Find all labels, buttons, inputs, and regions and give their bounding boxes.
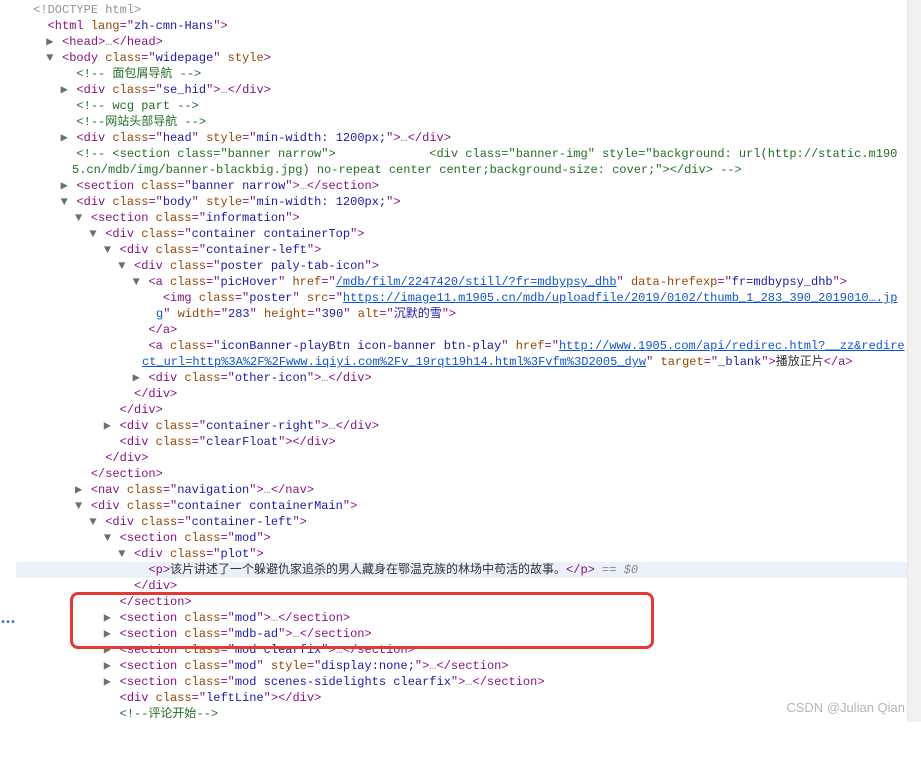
collapse-icon[interactable]: ▼ <box>117 546 127 562</box>
source-line[interactable]: ▶ <section class="mod" style="display:no… <box>16 658 921 674</box>
collapse-icon[interactable]: ▼ <box>45 50 55 66</box>
source-line[interactable]: ▼ <section class="information"> <box>16 210 921 226</box>
source-line[interactable]: <div class="clearFloat"></div> <box>16 434 921 450</box>
source-line[interactable]: <!-- <section class="banner narrow"> <di… <box>16 146 906 178</box>
source-line[interactable]: ▼ <div class="poster paly-tab-icon"> <box>16 258 921 274</box>
source-line[interactable]: <!-- wcg part --> <box>16 98 921 114</box>
scrollbar-vertical[interactable] <box>907 0 921 722</box>
toggle-spacer <box>117 578 127 594</box>
watermark: CSDN @Julian Qian <box>786 700 905 716</box>
source-line[interactable]: ▶ <head>…</head> <box>16 34 921 50</box>
toggle-spacer <box>30 18 40 34</box>
source-line[interactable]: ▶ <section class="mdb-ad">…</section> <box>16 626 921 642</box>
expand-icon[interactable]: ▶ <box>102 658 112 674</box>
source-line[interactable]: ▼ <div class="container-left"> <box>16 514 921 530</box>
collapse-icon[interactable]: ▼ <box>74 498 84 514</box>
toggle-spacer <box>131 338 141 354</box>
collapse-icon[interactable]: ▼ <box>74 210 84 226</box>
expand-icon[interactable]: ▶ <box>102 418 112 434</box>
source-line[interactable]: <!-- 面包屑导航 --> <box>16 66 921 82</box>
toggle-spacer <box>59 146 69 162</box>
source-line[interactable]: <!DOCTYPE html> <box>16 2 921 18</box>
expand-icon[interactable]: ▶ <box>102 626 112 642</box>
source-line[interactable]: ▶ <div class="se_hid">…</div> <box>16 82 921 98</box>
expand-icon[interactable]: ▶ <box>102 642 112 658</box>
expand-icon[interactable]: ▶ <box>102 674 112 690</box>
toggle-spacer <box>146 290 156 306</box>
collapse-icon[interactable]: ▼ <box>88 514 98 530</box>
source-line[interactable]: <img class="poster" src="https://image11… <box>16 290 906 322</box>
source-line[interactable]: ▼ <div class="plot"> <box>16 546 921 562</box>
source-line[interactable]: <div class="leftLine"></div> <box>16 690 921 706</box>
source-line[interactable]: ▶ <nav class="navigation">…</nav> <box>16 482 921 498</box>
source-line[interactable]: ▶ <div class="head" style="min-width: 12… <box>16 130 921 146</box>
expand-icon[interactable]: ▶ <box>131 370 141 386</box>
gutter-marker: ••• <box>0 616 15 632</box>
toggle-spacer <box>117 386 127 402</box>
source-line[interactable]: ▶ <div class="container-right">…</div> <box>16 418 921 434</box>
expand-icon[interactable]: ▶ <box>102 610 112 626</box>
collapse-icon[interactable]: ▼ <box>102 242 112 258</box>
source-line[interactable]: ▼ <body class="widepage" style> <box>16 50 921 66</box>
expand-icon[interactable]: ▶ <box>59 178 69 194</box>
href-link[interactable]: /mdb/film/2247420/still/?fr=mdbypsy_dhb <box>336 275 617 289</box>
source-line[interactable]: </div> <box>16 386 921 402</box>
toggle-spacer <box>102 402 112 418</box>
collapse-icon[interactable]: ▼ <box>117 258 127 274</box>
source-line[interactable]: </div> <box>16 402 921 418</box>
source-line[interactable]: <!--评论开始--> <box>16 706 921 722</box>
toggle-spacer <box>88 450 98 466</box>
collapse-icon[interactable]: ▼ <box>102 530 112 546</box>
toggle-spacer <box>59 66 69 82</box>
source-line[interactable]: ▶ <section class="mod clearfix">…</secti… <box>16 642 921 658</box>
source-line[interactable]: </a> <box>16 322 921 338</box>
toggle-spacer <box>102 706 112 722</box>
source-line[interactable]: <p>该片讲述了一个躲避仇家追杀的男人藏身在鄂温克族的林场中苟活的故事。</p>… <box>16 562 921 578</box>
source-line[interactable]: ▶ <div class="other-icon">…</div> <box>16 370 921 386</box>
toggle-spacer <box>102 594 112 610</box>
source-line[interactable]: </section> <box>16 466 921 482</box>
collapse-icon[interactable]: ▼ <box>131 274 141 290</box>
source-line[interactable]: ▶ <section class="mod scenes-sidelights … <box>16 674 921 690</box>
source-line[interactable]: </section> <box>16 594 921 610</box>
expand-icon[interactable]: ▶ <box>59 82 69 98</box>
toggle-spacer <box>102 690 112 706</box>
source-line[interactable]: <a class="iconBanner-playBtn icon-banner… <box>16 338 906 370</box>
expand-icon[interactable]: ▶ <box>45 34 55 50</box>
selection-marker: == $0 <box>595 563 638 577</box>
elements-panel[interactable]: <!DOCTYPE html> <html lang="zh-cmn-Hans"… <box>0 0 921 722</box>
collapse-icon[interactable]: ▼ <box>59 194 69 210</box>
source-line[interactable]: ▼ <div class="container-left"> <box>16 242 921 258</box>
source-line[interactable]: <!--网站头部导航 --> <box>16 114 921 130</box>
source-line[interactable]: ▼ <div class="container containerTop"> <box>16 226 921 242</box>
toggle-spacer <box>74 466 84 482</box>
source-line[interactable]: ▼ <div class="container containerMain"> <box>16 498 921 514</box>
source-line[interactable]: </div> <box>16 450 921 466</box>
toggle-spacer <box>102 434 112 450</box>
source-line[interactable]: ▼ <a class="picHover" href="/mdb/film/22… <box>16 274 921 290</box>
expand-icon[interactable]: ▶ <box>74 482 84 498</box>
toggle-spacer <box>131 562 141 578</box>
collapse-icon[interactable]: ▼ <box>88 226 98 242</box>
source-line[interactable]: ▼ <section class="mod"> <box>16 530 921 546</box>
source-line[interactable]: ▼ <div class="body" style="min-width: 12… <box>16 194 921 210</box>
toggle-spacer <box>131 322 141 338</box>
source-line[interactable]: <html lang="zh-cmn-Hans"> <box>16 18 921 34</box>
toggle-spacer <box>59 114 69 130</box>
source-line[interactable]: ▶ <section class="mod">…</section> <box>16 610 921 626</box>
toggle-spacer <box>16 2 26 18</box>
source-line[interactable]: </div> <box>16 578 921 594</box>
toggle-spacer <box>59 98 69 114</box>
expand-icon[interactable]: ▶ <box>59 130 69 146</box>
source-line[interactable]: ▶ <section class="banner narrow">…</sect… <box>16 178 921 194</box>
